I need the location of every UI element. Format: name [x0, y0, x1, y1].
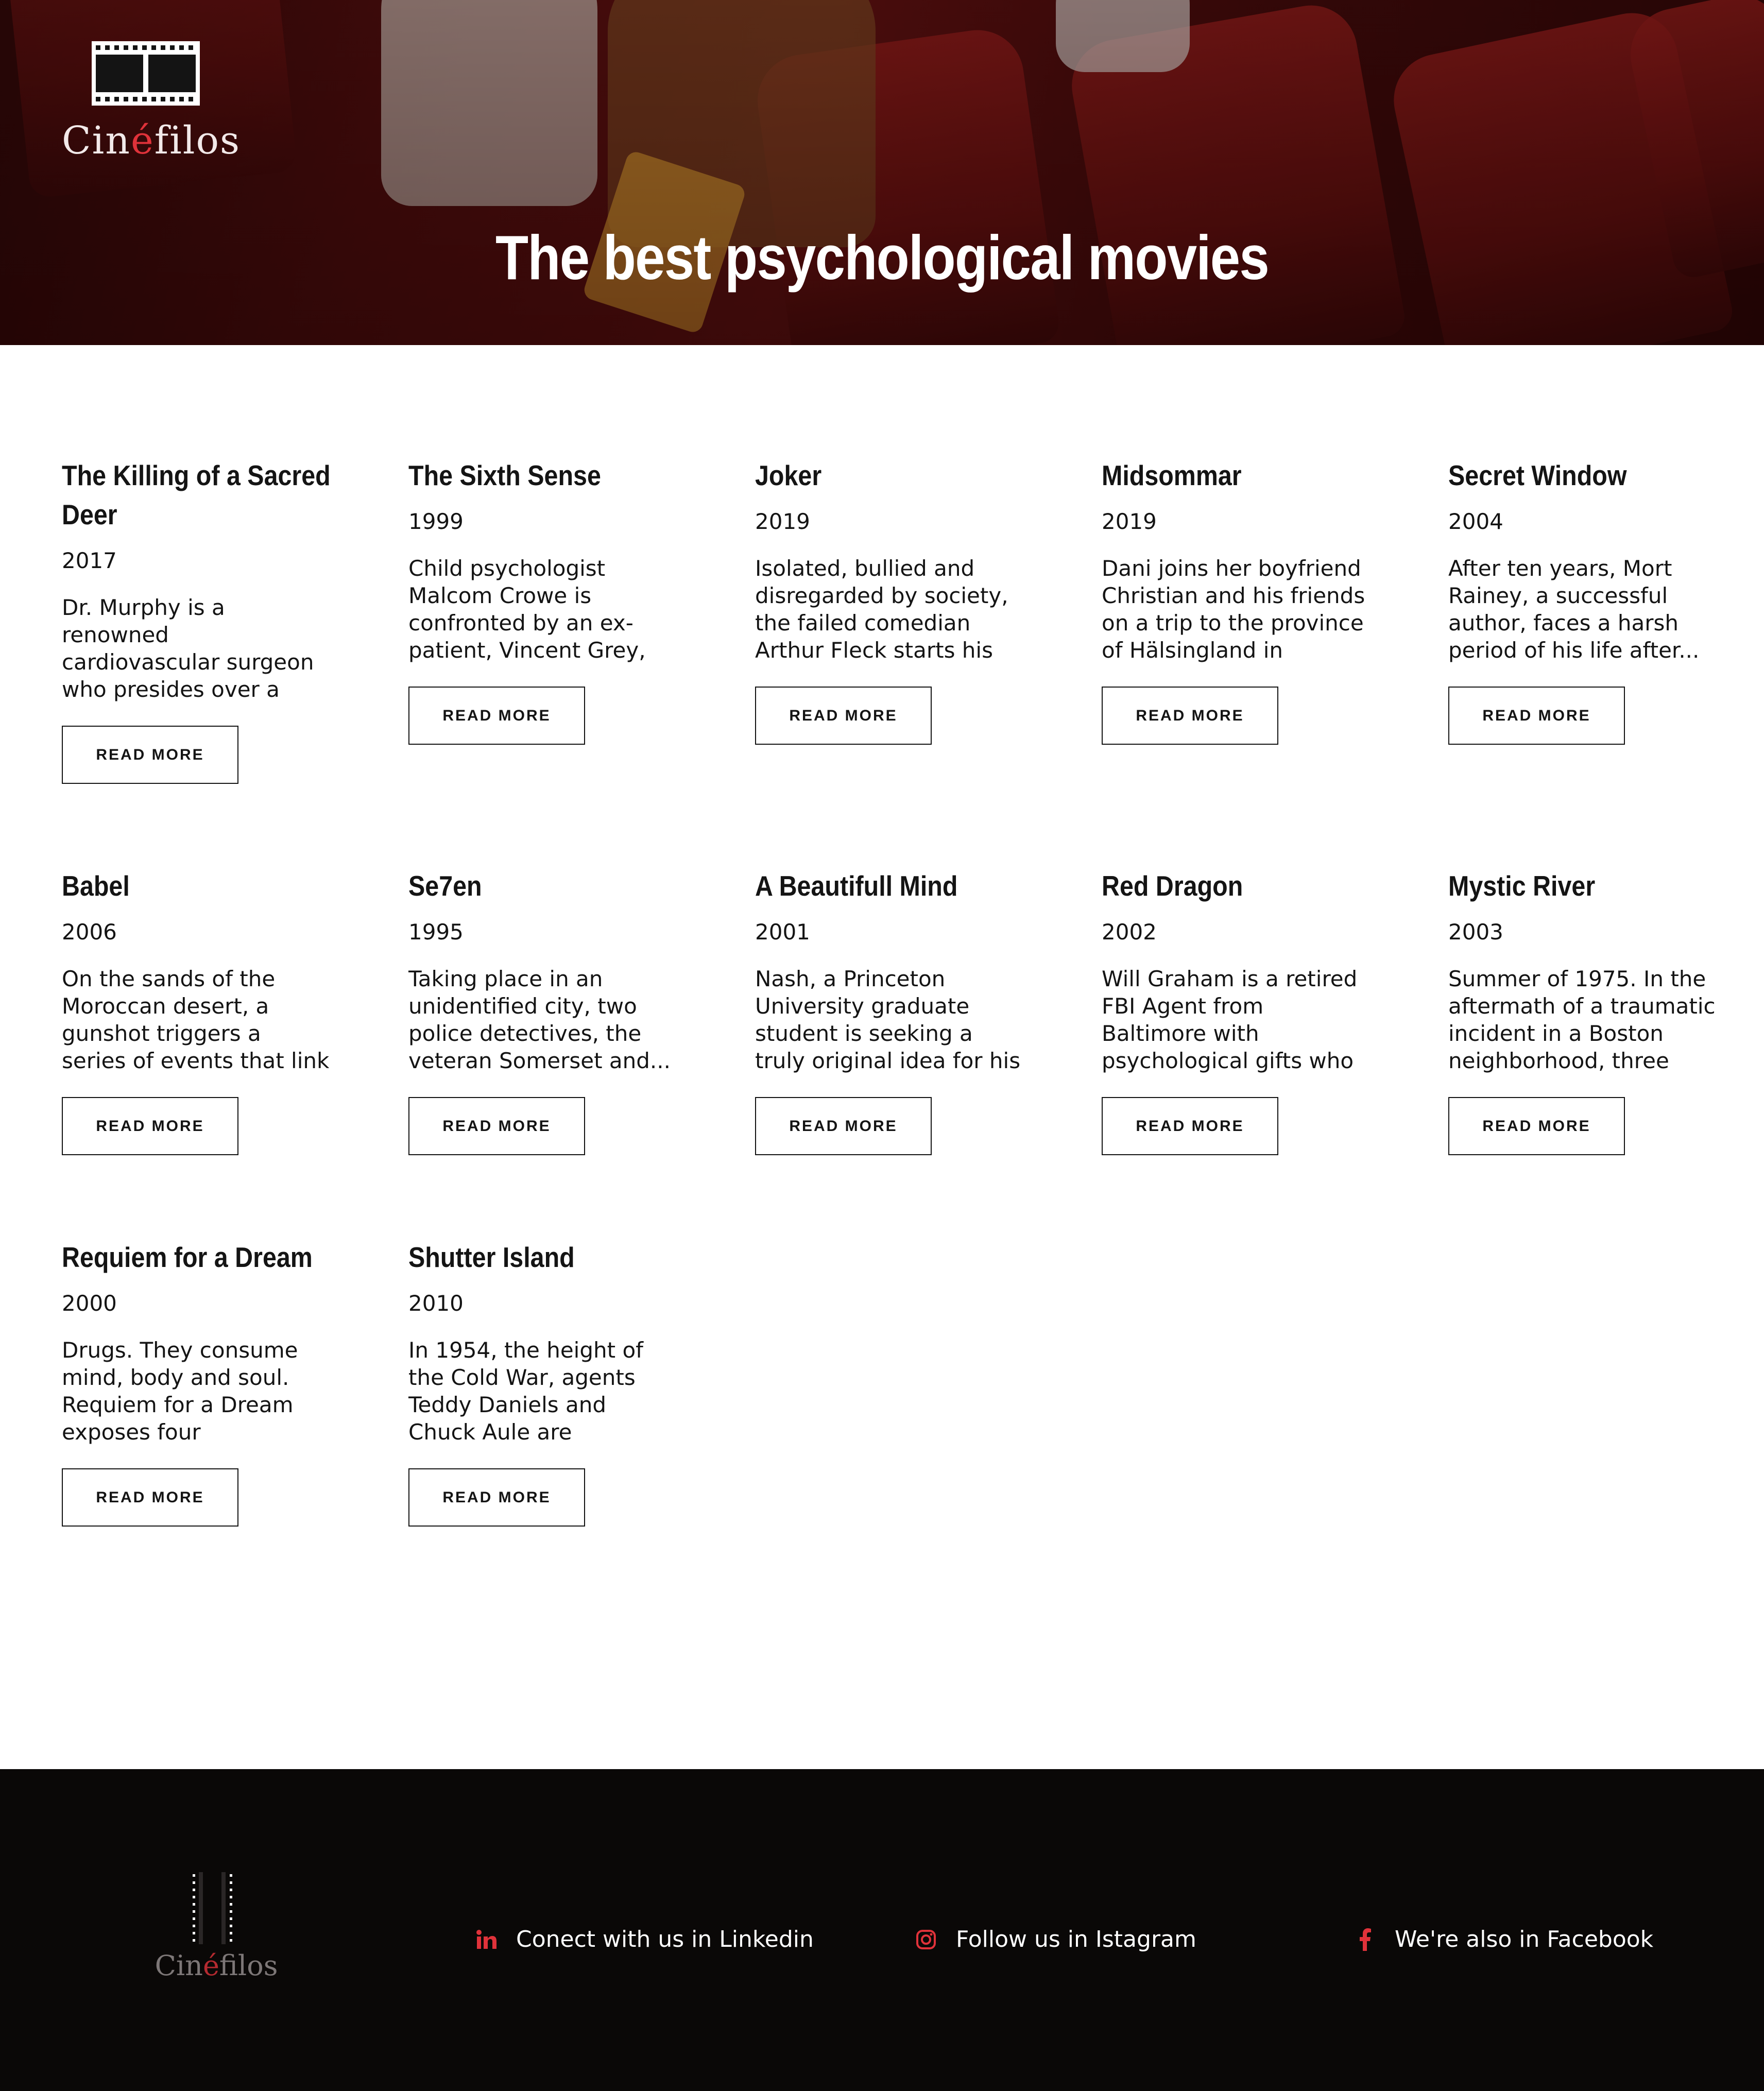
- movie-description: Dani joins her boyfriend Christian and h…: [1102, 556, 1365, 663]
- read-more-button[interactable]: READ MORE: [755, 1097, 932, 1155]
- footer-logo-text: Cinéfilos: [155, 1949, 278, 1982]
- read-more-button[interactable]: READ MORE: [1448, 1097, 1625, 1155]
- site-footer: Cinéfilos Conect with us in Linkedin Fol…: [0, 1769, 1764, 2091]
- movie-card: Midsommar 2019 Dani joins her boyfriend …: [1102, 456, 1369, 784]
- read-more-button[interactable]: READ MORE: [62, 1097, 238, 1155]
- film-strip-icon: [193, 1872, 232, 1944]
- movie-card: Secret Window 2004 After ten years, Mort…: [1448, 456, 1716, 784]
- movie-description: In 1954, the height of the Cold War, age…: [408, 1338, 643, 1445]
- movie-year: 1995: [408, 919, 464, 945]
- movie-description: On the sands of the Moroccan desert, a g…: [62, 966, 330, 1073]
- movie-description: After ten years, Mort Rainey, a successf…: [1448, 556, 1700, 663]
- movie-title: The Killing of a Sacred Deer: [62, 459, 331, 530]
- facebook-icon: [1354, 1928, 1376, 1951]
- movie-year: 2003: [1448, 919, 1503, 945]
- footer-logo[interactable]: Cinéfilos: [155, 1872, 278, 1991]
- movie-year: 2002: [1102, 919, 1157, 945]
- movie-card: Shutter Island 2010 In 1954, the height …: [408, 1238, 676, 1527]
- movie-description: Will Graham is a retired FBI Agent from …: [1102, 966, 1358, 1073]
- movie-title: A Beautifull Mind: [755, 870, 958, 902]
- read-more-button[interactable]: READ MORE: [408, 687, 585, 745]
- hero-banner: Cinéfilos The best psychological movies: [0, 0, 1764, 345]
- movie-description: Child psychologist Malcom Crowe is confr…: [408, 556, 646, 663]
- read-more-button[interactable]: READ MORE: [1448, 687, 1625, 745]
- read-more-button[interactable]: READ MORE: [62, 1468, 238, 1527]
- brand-logo[interactable]: Cinéfilos: [62, 36, 241, 170]
- movie-year: 2019: [755, 509, 810, 534]
- movie-card: Se7en 1995 Taking place in an unidentifi…: [408, 866, 676, 1155]
- movie-title: Babel: [62, 870, 130, 902]
- facebook-label: We're also in Facebook: [1395, 1926, 1654, 1952]
- instagram-icon: [915, 1928, 937, 1951]
- movie-card: Mystic River 2003 Summer of 1975. In the…: [1448, 866, 1716, 1155]
- facebook-link[interactable]: We're also in Facebook: [1354, 1926, 1653, 1952]
- page-title: The best psychological movies: [495, 222, 1270, 293]
- movie-card: Requiem for a Dream 2000 Drugs. They con…: [62, 1238, 330, 1527]
- read-more-button[interactable]: READ MORE: [755, 687, 932, 745]
- movie-card: Red Dragon 2002 Will Graham is a retired…: [1102, 866, 1369, 1155]
- movie-title: Secret Window: [1448, 459, 1627, 491]
- movie-year: 2006: [62, 919, 117, 945]
- movie-description: Summer of 1975. In the aftermath of a tr…: [1448, 966, 1716, 1073]
- movie-card: The Killing of a Sacred Deer 2017 Dr. Mu…: [62, 456, 331, 784]
- movie-card: A Beautifull Mind 2001 Nash, a Princeton…: [755, 866, 1023, 1155]
- movie-card: The Sixth Sense 1999 Child psychologist …: [408, 456, 676, 784]
- read-more-button[interactable]: READ MORE: [408, 1468, 585, 1527]
- read-more-button[interactable]: READ MORE: [1102, 1097, 1278, 1155]
- instagram-label: Follow us in Istagram: [956, 1926, 1196, 1952]
- movie-description: Isolated, bullied and disregarded by soc…: [755, 556, 1008, 663]
- movie-title: Requiem for a Dream: [62, 1241, 313, 1273]
- movie-year: 2017: [62, 548, 117, 573]
- linkedin-icon: [475, 1928, 498, 1951]
- movie-year: 2004: [1448, 509, 1503, 534]
- movie-card: Babel 2006 On the sands of the Moroccan …: [62, 866, 330, 1155]
- movie-year: 2019: [1102, 509, 1157, 534]
- movie-year: 2001: [755, 919, 810, 945]
- movie-title: Mystic River: [1448, 870, 1596, 902]
- read-more-button[interactable]: READ MORE: [408, 1097, 585, 1155]
- film-strip-icon: [92, 41, 200, 106]
- linkedin-link[interactable]: Conect with us in Linkedin: [475, 1926, 814, 1952]
- movie-title: Se7en: [408, 870, 482, 902]
- movie-title: Red Dragon: [1102, 870, 1243, 902]
- movie-year: 2000: [62, 1291, 117, 1316]
- movie-title: Shutter Island: [408, 1241, 575, 1273]
- movie-title: The Sixth Sense: [408, 459, 601, 491]
- read-more-button[interactable]: READ MORE: [1102, 687, 1278, 745]
- movie-description: Taking place in an unidentified city, tw…: [408, 966, 671, 1073]
- movie-description: Dr. Murphy is a renowned cardiovascular …: [62, 595, 314, 702]
- movie-description: Drugs. They consume mind, body and soul.…: [62, 1338, 298, 1445]
- read-more-button[interactable]: READ MORE: [62, 726, 238, 784]
- movie-year: 2010: [408, 1291, 464, 1316]
- movie-title: Joker: [755, 459, 822, 491]
- instagram-link[interactable]: Follow us in Istagram: [915, 1926, 1196, 1952]
- movie-description: Nash, a Princeton University graduate st…: [755, 966, 1021, 1073]
- movie-grid: The Killing of a Sacred Deer 2017 Dr. Mu…: [62, 456, 1725, 1527]
- movie-card: Joker 2019 Isolated, bullied and disrega…: [755, 456, 1023, 784]
- brand-logo-text: Cinéfilos: [62, 118, 241, 163]
- movie-title: Midsommar: [1102, 459, 1242, 491]
- movie-year: 1999: [408, 509, 464, 534]
- linkedin-label: Conect with us in Linkedin: [516, 1926, 814, 1952]
